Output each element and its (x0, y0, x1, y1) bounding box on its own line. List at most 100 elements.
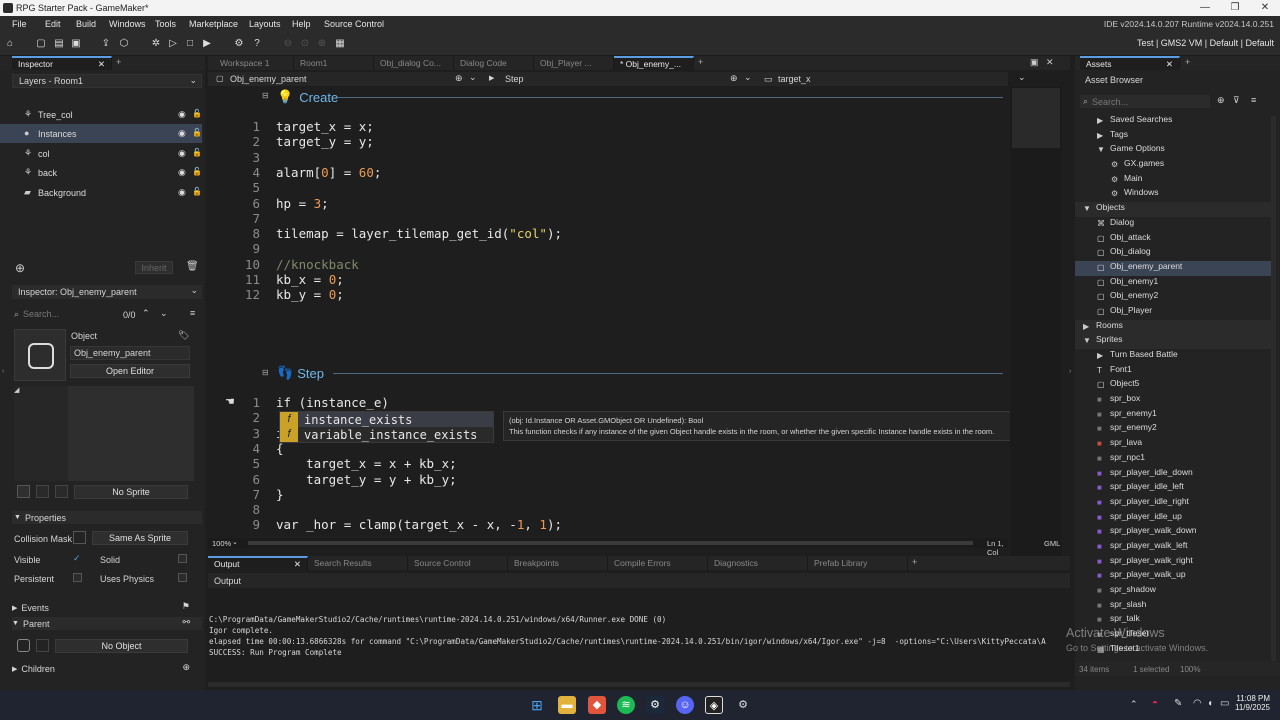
target-selector[interactable]: Test | GMS2 VM | Default | Default (1137, 38, 1274, 48)
add-tab-icon[interactable]: + (698, 57, 703, 67)
code-line[interactable]: 1 target_x = x; (238, 119, 373, 134)
breadcrumb-var[interactable]: target_x (778, 74, 811, 84)
asset-item[interactable]: ▼ Sprites (1075, 334, 1271, 349)
add-tab-icon[interactable]: + (1185, 57, 1190, 67)
tab-room1[interactable]: Room1 (294, 56, 374, 70)
tab-inspector[interactable]: Inspector ✕ (12, 56, 112, 70)
asset-search-input[interactable]: ⌕ Search... (1080, 95, 1210, 108)
code-line[interactable]: 12 kb_y = 0; (238, 287, 344, 302)
home-icon[interactable]: ⌂ (3, 37, 17, 51)
layers-dropdown[interactable]: Layers - Room1 ⌄ (12, 74, 202, 88)
asset-item[interactable]: ▼ Game Options (1075, 143, 1271, 158)
eye-icon[interactable]: ◉ (178, 167, 186, 178)
chevron-down-icon[interactable]: ⌄ (1018, 72, 1026, 83)
battery-icon[interactable]: ▭ (1220, 698, 1229, 709)
tab-compile-errors[interactable]: Compile Errors (608, 556, 708, 570)
layer-item[interactable]: ● Instances ◉ 🔓 (0, 124, 202, 144)
tray-chevron-icon[interactable]: ⌃ (1130, 699, 1138, 710)
export-icon[interactable]: ⇪ (99, 37, 113, 51)
asset-item[interactable]: ⚙ Main (1075, 173, 1271, 188)
menu-help[interactable]: Help (292, 19, 311, 29)
asset-item[interactable]: ▢ Obj_enemy1 (1075, 276, 1271, 291)
layer-item[interactable]: ⚘ Tree_col ◉ 🔓 (0, 105, 202, 124)
chevron-down-icon[interactable]: ⌄ (232, 538, 238, 546)
maximize-button[interactable]: ❐ (1220, 0, 1250, 16)
eye-icon[interactable]: ◉ (178, 109, 186, 120)
output-log[interactable]: C:\ProgramData/GameMakerStudio2/Cache/ru… (209, 614, 1046, 658)
lock-icon[interactable]: 🔓 (192, 128, 202, 137)
debug-icon[interactable]: ✲ (149, 37, 163, 51)
tab-dialog-code[interactable]: Dialog Code (454, 56, 534, 70)
asset-item[interactable]: ▶ Saved Searches (1075, 114, 1271, 129)
asset-item[interactable]: ■ spr_player_walk_up (1075, 569, 1271, 584)
asset-item[interactable]: ■ spr_player_walk_down (1075, 525, 1271, 540)
steam-icon[interactable]: ⚙ (646, 696, 664, 714)
search-prev-icon[interactable]: ⌃ (142, 308, 150, 319)
autocomplete-item[interactable]: f variable_instance_exists (280, 427, 493, 442)
tab-obj-enemy[interactable]: * Obj_enemy_... (614, 56, 694, 70)
close-icon[interactable]: ✕ (98, 58, 105, 70)
eye-icon[interactable]: ◉ (178, 148, 186, 159)
code-line[interactable]: 10 //knockback (238, 257, 359, 272)
asset-item[interactable]: ⌘ Dialog (1075, 217, 1271, 232)
object-sprite-preview[interactable] (14, 329, 66, 381)
menu-icon[interactable]: ≡ (1251, 95, 1256, 105)
asset-scrollbar[interactable] (1271, 116, 1276, 661)
asset-item[interactable]: ▢ Obj_dialog (1075, 246, 1271, 261)
run-icon[interactable]: ▷ (166, 37, 180, 51)
layer-item[interactable]: ⚘ col ◉ 🔓 (0, 144, 202, 163)
asset-item[interactable]: ■ spr_player_idle_right (1075, 496, 1271, 511)
add-layer-icon[interactable]: ⊕ (15, 261, 25, 275)
delete-layer-icon[interactable]: 🗑 (186, 261, 199, 272)
zoom-out-icon[interactable]: ⊖ (281, 37, 295, 51)
properties-section[interactable]: ▼ Properties (12, 511, 202, 524)
code-line[interactable]: 7} (238, 487, 283, 502)
discord-icon[interactable]: ☺ (676, 696, 694, 714)
collapse-left-icon[interactable]: ‹ (2, 368, 4, 375)
open-editor-button[interactable]: Open Editor (70, 364, 190, 378)
sprite-edit-icon[interactable] (36, 485, 49, 498)
menu-icon[interactable]: ≡ (190, 308, 195, 318)
clock[interactable]: 11:08 PM 11/9/2025 (1234, 694, 1270, 712)
zoom-level[interactable]: 100% (212, 539, 231, 548)
code-line[interactable]: 2 (238, 410, 276, 425)
code-line[interactable]: 5 target_x = x + kb_x; (238, 456, 456, 471)
lock-icon[interactable]: 🔓 (192, 148, 202, 157)
add-event-icon[interactable]: ⊕ (455, 73, 463, 84)
persistent-checkbox[interactable] (73, 573, 82, 582)
asset-item[interactable]: T Font1 (1075, 364, 1271, 379)
asset-item[interactable]: ▢ Obj_enemy2 (1075, 290, 1271, 305)
settings-gear-icon[interactable]: ⚙ (232, 37, 246, 51)
eye-icon[interactable]: ◉ (178, 128, 186, 139)
asset-item[interactable]: ▶ Rooms (1075, 319, 1271, 335)
minimap[interactable] (1010, 86, 1062, 556)
asset-item[interactable]: ■ spr_player_walk_left (1075, 540, 1271, 555)
solid-checkbox[interactable] (178, 554, 187, 563)
close-icon[interactable]: ✕ (294, 558, 301, 570)
expand-triangle-icon[interactable]: ◢ (14, 386, 19, 394)
add-event-icon[interactable]: ⊕ (730, 73, 738, 84)
same-as-sprite-button[interactable]: Same As Sprite (92, 531, 188, 545)
asset-item[interactable]: ▼ Objects (1075, 202, 1271, 217)
flag-icon[interactable]: ⚑ (182, 601, 190, 612)
menu-build[interactable]: Build (76, 19, 96, 29)
asset-item[interactable]: ▢ Obj_enemy_parent (1075, 260, 1271, 276)
tab-source-control[interactable]: Source Control (408, 556, 508, 570)
asset-item[interactable]: ▢ Object5 (1075, 378, 1271, 393)
children-section[interactable]: ▶ Children ⊕ (12, 662, 202, 675)
sprite-select-icon[interactable] (17, 485, 30, 498)
eye-icon[interactable]: ◉ (178, 187, 186, 198)
tab-breakpoints[interactable]: Breakpoints (508, 556, 608, 570)
sprite-new-icon[interactable] (55, 485, 68, 498)
asset-item[interactable]: ■ spr_slash (1075, 599, 1271, 614)
visible-checkbox[interactable]: ✓ (73, 553, 81, 564)
tab-prefab-library[interactable]: Prefab Library (808, 556, 908, 570)
add-asset-icon[interactable]: ⊕ (1217, 95, 1225, 106)
inherit-button[interactable]: Inherit (135, 261, 173, 274)
inspector-search-input[interactable]: ⌕ Search... (14, 308, 122, 320)
menu-edit[interactable]: Edit (45, 19, 61, 29)
search-next-icon[interactable]: ⌄ (160, 308, 168, 319)
minimap-viewport[interactable] (1012, 88, 1060, 148)
output-scrollbar[interactable] (208, 682, 1070, 687)
menu-layouts[interactable]: Layouts (249, 19, 281, 29)
